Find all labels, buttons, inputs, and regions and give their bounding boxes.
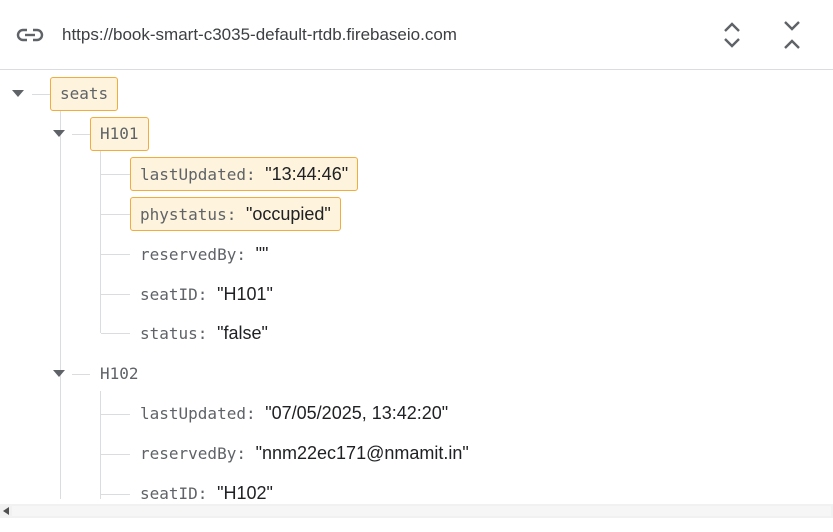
tree-guide-line — [100, 151, 101, 333]
field-colon: : — [197, 285, 208, 304]
tree-branch-line — [101, 333, 130, 334]
node-h101[interactable]: H101 — [90, 117, 149, 151]
scrollbar-thumb[interactable] — [12, 506, 831, 516]
caret-down-icon[interactable] — [52, 128, 66, 138]
field-key: reservedBy — [140, 245, 237, 264]
field-colon: : — [245, 165, 256, 184]
field-key: lastUpdated — [140, 404, 246, 423]
field-key: lastUpdated — [140, 165, 246, 184]
node-key: H101 — [100, 124, 139, 143]
field-seatid[interactable]: seatID: "H102" — [140, 483, 273, 499]
tree-branch-line — [101, 494, 130, 495]
field-colon: : — [197, 324, 208, 343]
field-reservedby[interactable]: reservedBy: "nnm22ec171@nmamit.in" — [140, 443, 469, 464]
unfold-more-icon[interactable] — [715, 18, 749, 52]
field-colon: : — [236, 444, 246, 463]
tree-guide-line — [60, 111, 61, 499]
field-value: "13:44:46" — [265, 164, 349, 184]
field-lastupdated[interactable]: lastUpdated: "13:44:46" — [130, 157, 359, 191]
field-value: "H101" — [217, 284, 273, 304]
field-value: "07/05/2025, 13:42:20" — [265, 403, 449, 423]
tree-branch-line — [72, 134, 90, 135]
field-value: "occupied" — [245, 204, 331, 224]
scroll-left-icon[interactable] — [2, 507, 10, 515]
link-icon[interactable] — [16, 24, 44, 46]
node-key: seats — [60, 84, 109, 103]
field-colon: : — [226, 205, 237, 224]
database-url[interactable]: https://book-smart-c3035-default-rtdb.fi… — [62, 24, 457, 46]
toolbar: https://book-smart-c3035-default-rtdb.fi… — [0, 0, 833, 70]
unfold-less-icon[interactable] — [775, 18, 809, 52]
field-value: "false" — [217, 323, 268, 343]
field-key: phystatus — [140, 205, 227, 224]
field-colon: : — [197, 484, 208, 499]
caret-down-icon[interactable] — [11, 88, 25, 98]
horizontal-scrollbar[interactable] — [0, 504, 833, 518]
tree-branch-line — [101, 294, 130, 295]
field-value: "" — [255, 244, 269, 264]
field-seatid[interactable]: seatID: "H101" — [140, 284, 273, 305]
field-colon: : — [245, 404, 256, 423]
tree-branch-line — [101, 254, 130, 255]
node-seats[interactable]: seats — [50, 77, 119, 111]
node-h102[interactable]: H102 — [100, 364, 139, 384]
data-tree: seats H101 lastUpdated: "13:44:46" physt… — [0, 71, 833, 499]
field-value: "H102" — [217, 483, 273, 499]
tree-branch-line — [72, 374, 90, 375]
field-value: "nnm22ec171@nmamit.in" — [255, 443, 469, 463]
tree-branch-line — [32, 94, 50, 95]
caret-down-icon[interactable] — [52, 368, 66, 378]
field-lastupdated[interactable]: lastUpdated: "07/05/2025, 13:42:20" — [140, 403, 448, 424]
tree-guide-line — [100, 391, 101, 499]
field-key: seatID — [140, 484, 198, 499]
field-colon: : — [236, 245, 246, 264]
field-key: seatID — [140, 285, 198, 304]
field-key: status — [140, 324, 198, 343]
tree-branch-line — [101, 214, 130, 215]
field-key: reservedBy — [140, 444, 237, 463]
tree-branch-line — [101, 454, 130, 455]
field-reservedby[interactable]: reservedBy: "" — [140, 244, 268, 265]
field-status[interactable]: status: "false" — [140, 323, 268, 344]
node-key: H102 — [100, 364, 139, 383]
tree-branch-line — [101, 174, 130, 175]
field-phystatus[interactable]: phystatus: "occupied" — [130, 197, 341, 231]
tree-branch-line — [101, 414, 130, 415]
